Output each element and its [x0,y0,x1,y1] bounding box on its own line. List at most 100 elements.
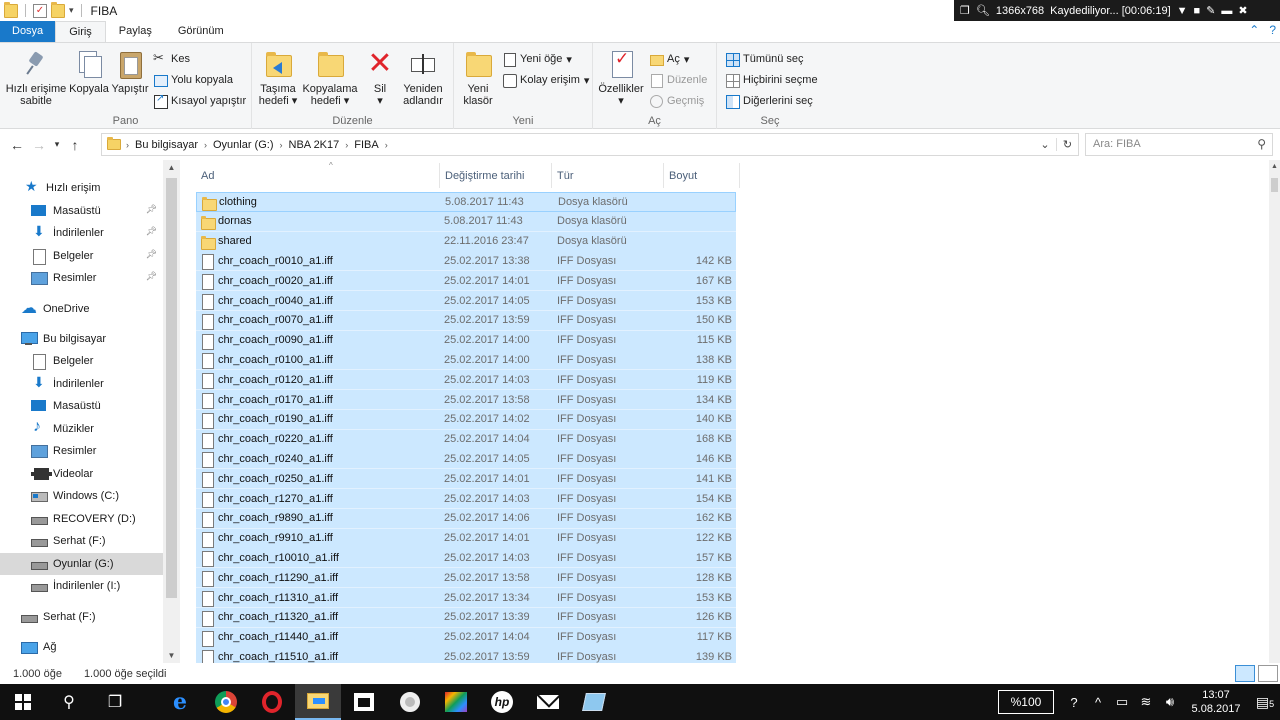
sidebar-item-pictures[interactable]: Resimler [0,440,163,462]
pin-quick-access-button[interactable]: Hızlı erişime sabitle [4,49,68,107]
table-row[interactable]: chr_coach_r0240_a1.iff 25.02.2017 14:05 IF… [196,449,736,470]
history-button[interactable]: Geçmiş [649,94,704,108]
new-item-button[interactable]: Yeni öğe ▾ [502,52,572,67]
search-input[interactable]: Ara: FIBA ⚲ [1085,133,1273,156]
table-row[interactable]: dornas 5.08.2017 11:43 Dosya klasörü [196,211,736,232]
copy-path-button[interactable]: Yolu kopyala [153,73,233,87]
table-row[interactable]: shared 22.11.2016 23:47 Dosya klasörü [196,231,736,252]
battery-icon[interactable]: ▭ [1110,694,1134,710]
table-row[interactable]: chr_coach_r1270_a1.iff 25.02.2017 14:03 IF… [196,489,736,509]
table-row[interactable]: chr_coach_r0190_a1.iff 25.02.2017 14:02 IF… [196,409,736,430]
sidebar-item-network[interactable]: Ağ [0,636,163,658]
sidebar-item-drive-f[interactable]: Serhat (F:) [0,530,163,552]
tab-giris[interactable]: Giriş [55,21,106,42]
paint-taskbar-button[interactable] [433,684,479,720]
sidebar-item-music[interactable]: Müzikler [0,418,163,440]
chevron-down-icon[interactable]: ▼ [1177,5,1188,17]
table-row[interactable]: chr_coach_r0070_a1.iff 25.02.2017 13:59 IF… [196,310,736,331]
table-row[interactable]: clothing 5.08.2017 11:43 Dosya klasörü [196,192,736,212]
table-row[interactable]: chr_coach_r0120_a1.iff 25.02.2017 14:03 IF… [196,370,736,391]
table-row[interactable]: chr_coach_r11440_a1.iff 25.02.2017 14:04 I… [196,627,736,648]
table-row[interactable]: chr_coach_r11320_a1.iff 25.02.2017 13:39 I… [196,607,736,628]
sidebar-item-videos[interactable]: Videolar [0,463,163,485]
help-icon[interactable]: ? [1269,23,1276,37]
new-folder-qat-icon[interactable] [51,1,65,18]
tab-dosya[interactable]: Dosya [0,21,56,42]
cut-button[interactable]: Kes [153,50,190,66]
sidebar-item-pictures-pinned[interactable]: Resimler 📌︎ [0,267,163,289]
sidebar-item-desktop-pinned[interactable]: Masaüstü 📌︎ [0,200,163,222]
breadcrumb-nba2k17[interactable]: NBA 2K17 [283,139,346,151]
chevron-up-icon[interactable]: ^ [1086,695,1110,710]
sidebar-item-onedrive[interactable]: OneDrive [0,298,163,320]
pen-icon[interactable]: ✎ [1206,4,1215,17]
tab-gorunum[interactable]: Görünüm [165,21,237,42]
scrollbar-thumb[interactable] [166,178,177,598]
table-row[interactable]: chr_coach_r0100_a1.iff 25.02.2017 14:00 IF… [196,350,736,371]
select-all-button[interactable]: Tümünü seç [725,52,804,67]
scroll-up-icon[interactable]: ▲ [1269,163,1280,170]
opera-taskbar-button[interactable] [249,684,295,720]
help-tray-icon[interactable]: ? [1062,695,1086,710]
paste-button[interactable]: Yapıştır [110,49,150,95]
table-row[interactable]: chr_coach_r0220_a1.iff 25.02.2017 14:04 IF… [196,429,736,450]
table-row[interactable]: chr_coach_r11310_a1.iff 25.02.2017 13:34 I… [196,588,736,608]
search-taskbar-button[interactable]: ⚲ [46,684,92,720]
sidebar-scrollbar[interactable]: ▲ ▼ [163,160,180,663]
invert-selection-button[interactable]: Diğerlerini seç [725,94,813,109]
store-taskbar-button[interactable] [341,684,387,720]
copy-to-button[interactable]: Kopyalama hedefi ▾ [302,49,358,107]
breadcrumb-oyunlar[interactable]: Oyunlar (G:) [207,139,280,151]
table-row[interactable]: chr_coach_r0010_a1.iff 25.02.2017 13:38 IF… [196,251,736,272]
media-taskbar-button[interactable] [387,684,433,720]
table-row[interactable]: chr_coach_r11510_a1.iff 25.02.2017 13:59 I… [196,647,736,663]
qat-customize-chevron-icon[interactable]: ▾ [69,5,74,16]
delete-button[interactable]: ✕ Sil ▾ [364,49,396,108]
breadcrumb-fiba[interactable]: FIBA [348,139,384,151]
sidebar-item-drive-g[interactable]: Oyunlar (G:) [0,553,163,575]
magnifier-icon[interactable]: 🔍︎ [976,4,990,17]
sidebar-item-downloads-pinned[interactable]: İndirilenler 📌︎ [0,222,163,244]
column-header-size[interactable]: Boyut [664,163,740,188]
sidebar-item-drive-c[interactable]: Windows (C:) [0,485,163,507]
refresh-icon[interactable]: ↻ [1056,138,1078,151]
hp-taskbar-button[interactable]: hp [479,684,525,720]
table-row[interactable]: chr_coach_r11290_a1.iff 25.02.2017 13:58 I… [196,568,736,589]
details-view-button[interactable] [1235,665,1255,682]
sidebar-item-documents-pinned[interactable]: Belgeler 📌︎ [0,245,163,267]
tile-app-taskbar-button[interactable] [571,684,617,720]
file-list-scrollbar[interactable]: ▲ [1269,160,1280,663]
scroll-down-icon[interactable]: ▼ [163,651,180,660]
mail-taskbar-button[interactable] [525,684,571,720]
recent-chevron-icon[interactable]: ▾ [50,139,64,150]
forward-arrow-icon[interactable]: → [28,137,50,153]
large-icons-view-button[interactable] [1258,665,1278,682]
minimize-icon[interactable]: ▬ [1221,5,1232,17]
sidebar-item-quick-access[interactable]: Hızlı erişim [0,177,163,199]
sidebar-item-documents[interactable]: Belgeler [0,350,163,372]
sidebar-item-drive-i[interactable]: İndirilenler (I:) [0,575,163,597]
table-row[interactable]: chr_coach_r0090_a1.iff 25.02.2017 14:00 IF… [196,330,736,351]
move-to-button[interactable]: Taşıma hedefi ▾ [254,49,302,107]
sidebar-item-drive-d[interactable]: RECOVERY (D:) [0,508,163,530]
camera-icon[interactable]: ■ [1194,5,1201,17]
table-row[interactable]: chr_coach_r9890_a1.iff 25.02.2017 14:06 IF… [196,508,736,529]
column-header-name[interactable]: ^ Ad [196,161,440,188]
scroll-up-icon[interactable]: ▲ [163,163,180,172]
column-header-type[interactable]: Tür [552,163,664,188]
volume-icon[interactable]: 🔊︎ [1158,694,1182,710]
zoom-indicator[interactable]: %100 [998,690,1054,714]
table-row[interactable]: chr_coach_r0250_a1.iff 25.02.2017 14:01 IF… [196,469,736,490]
sidebar-item-this-pc[interactable]: Bu bilgisayar [0,328,163,350]
copy-button[interactable]: Kopyala [69,49,109,95]
address-history-chevron-icon[interactable]: ⌄ [1034,138,1056,151]
new-folder-button[interactable]: Yeni klasör [458,49,498,107]
table-row[interactable]: chr_coach_r9910_a1.iff 25.02.2017 14:01 IF… [196,528,736,549]
easy-access-button[interactable]: Kolay erişim ▾ [502,73,589,88]
select-none-button[interactable]: Hiçbirini seçme [725,73,818,88]
table-row[interactable]: chr_coach_r0020_a1.iff 25.02.2017 14:01 IF… [196,271,736,292]
properties-qat-icon[interactable]: ✓ [33,3,47,18]
back-arrow-icon[interactable]: ← [6,137,28,153]
edge-taskbar-button[interactable]: e [157,684,203,720]
breadcrumb-separator[interactable]: › [385,140,388,150]
